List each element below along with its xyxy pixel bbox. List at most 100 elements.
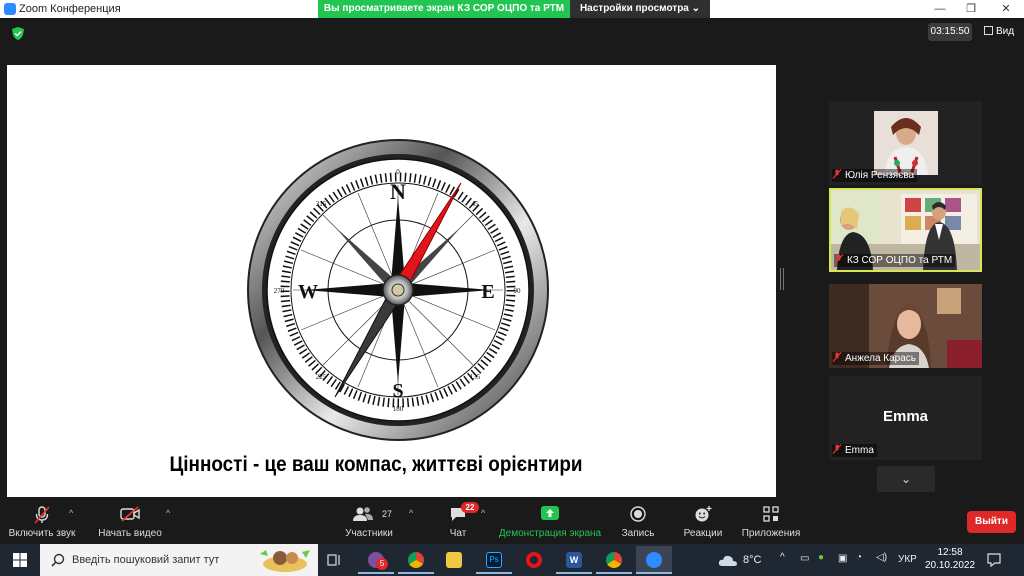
- mic-muted-icon: [832, 352, 842, 362]
- taskbar-file-explorer[interactable]: [436, 546, 472, 574]
- wifi-icon[interactable]: ◔: [856, 552, 862, 563]
- participant-name: Анжела Карась: [845, 353, 917, 364]
- apps-label: Приложения: [741, 528, 801, 539]
- chevron-down-icon: ⌄: [900, 472, 912, 486]
- apps-button[interactable]: Приложения: [740, 500, 802, 544]
- compass-degree-90: 90: [514, 287, 522, 295]
- compass-degree-225: 225: [316, 373, 327, 381]
- network-icon[interactable]: ▭: [800, 553, 809, 564]
- tray-overflow-icon[interactable]: ^: [780, 552, 785, 563]
- minimize-button[interactable]: —: [924, 0, 956, 18]
- participant-tile[interactable]: Emma Emma: [829, 376, 982, 460]
- participant-name: Emma: [845, 445, 874, 456]
- video-off-icon: [120, 506, 140, 522]
- photoshop-icon: Ps: [486, 552, 502, 568]
- mic-muted-icon: [832, 444, 842, 454]
- leave-meeting-button[interactable]: Выйти: [967, 511, 1016, 533]
- compass-west-label: W: [298, 281, 318, 303]
- zoom-icon: [646, 552, 662, 568]
- taskbar-photoshop[interactable]: Ps: [476, 546, 512, 574]
- compass-east-label: E: [481, 281, 494, 303]
- mic-muted-icon: [834, 254, 844, 264]
- share-screen-button[interactable]: Демонстрация экрана: [496, 500, 604, 544]
- weather-temperature[interactable]: 8°C: [743, 554, 761, 566]
- video-options-caret[interactable]: ^: [166, 508, 170, 518]
- reactions-label: Реакции: [683, 528, 723, 539]
- tray-monitor-icon[interactable]: ▣: [838, 553, 847, 564]
- weather-cloud-icon[interactable]: [718, 553, 738, 567]
- window-title: Zoom Конференция: [19, 3, 121, 15]
- start-video-button[interactable]: Начать видео: [92, 500, 168, 544]
- view-mode-label: Вид: [996, 26, 1015, 37]
- unmute-button[interactable]: Включить звук: [4, 500, 80, 544]
- participant-tile-active-speaker[interactable]: КЗ СОР ОЦПО та РТМ: [829, 188, 982, 272]
- compass-degree-0: 0: [396, 168, 400, 176]
- chat-unread-badge: 22: [461, 502, 479, 513]
- clock-time: 12:58: [937, 547, 963, 558]
- panel-resize-handle[interactable]: [780, 268, 784, 290]
- maximize-button[interactable]: ❐: [955, 0, 987, 18]
- meeting-toolbar: Включить звук ^ Начать видео ^ 27 Участн…: [0, 500, 1024, 544]
- clock-date: 20.10.2022: [924, 560, 976, 571]
- participant-tile[interactable]: Юлія Рензяєва: [829, 101, 982, 185]
- apps-icon: [763, 506, 779, 522]
- participants-options-caret[interactable]: ^: [409, 508, 413, 518]
- close-button[interactable]: ✕: [990, 0, 1022, 18]
- reactions-button[interactable]: Реакции: [680, 500, 726, 544]
- taskbar-search-box[interactable]: Введіть пошуковий запит тут: [40, 544, 318, 576]
- compass-degree-45: 45: [472, 200, 480, 208]
- view-mode-button[interactable]: Вид: [984, 24, 1014, 40]
- folder-icon: [446, 552, 462, 568]
- taskbar-chrome-2[interactable]: [596, 546, 632, 574]
- opera-icon: [526, 552, 542, 568]
- word-icon: W: [566, 552, 582, 568]
- share-screen-label: Демонстрация экрана: [498, 528, 602, 539]
- taskbar-zoom[interactable]: [636, 546, 672, 574]
- participant-name-label: Emma: [832, 444, 877, 457]
- chat-label: Чат: [449, 528, 467, 539]
- task-view-icon[interactable]: [326, 552, 342, 568]
- participants-button[interactable]: 27 Участники: [340, 500, 398, 544]
- slide-caption: Цінності - це ваш компас, життєві орієнт…: [169, 453, 583, 476]
- zoom-window: Zoom Конференция Вы просматриваете экран…: [0, 0, 1024, 576]
- reactions-icon: [695, 506, 712, 522]
- taskbar-opera[interactable]: [516, 546, 552, 574]
- participant-tile[interactable]: Анжела Карась: [829, 284, 982, 368]
- compass-degree-315: 315: [316, 200, 327, 208]
- app-tray-icon[interactable]: ●: [818, 552, 824, 563]
- chrome-icon: [606, 552, 622, 568]
- view-options-button[interactable]: Настройки просмотра ⌄: [570, 0, 710, 18]
- compass-degree-270: 270: [274, 287, 285, 295]
- viber-badge: 5: [376, 558, 388, 570]
- mic-muted-icon: [34, 506, 50, 524]
- taskbar-chrome[interactable]: [398, 546, 434, 574]
- search-highlight-illustration: [260, 550, 310, 572]
- search-placeholder: Введіть пошуковий запит тут: [72, 554, 220, 566]
- chat-options-caret[interactable]: ^: [481, 508, 485, 518]
- notifications-icon[interactable]: [986, 552, 1002, 568]
- participant-name-label: Юлія Рензяєва: [832, 169, 918, 182]
- participant-name: КЗ СОР ОЦПО та РТМ: [847, 255, 953, 266]
- title-bar: Zoom Конференция Вы просматриваете экран…: [0, 0, 1024, 18]
- participant-name: Юлія Рензяєва: [845, 170, 915, 181]
- compass-south-label: S: [392, 380, 403, 402]
- meeting-timer: 03:15:50: [928, 23, 972, 41]
- volume-icon[interactable]: ◁): [876, 552, 887, 563]
- gallery-scroll-down-button[interactable]: ⌄: [877, 466, 935, 492]
- taskbar-word[interactable]: W: [556, 546, 592, 574]
- taskbar-clock[interactable]: 12:58 20.10.2022: [920, 546, 980, 572]
- compass-degree-135: 135: [470, 373, 481, 381]
- windows-start-icon[interactable]: [0, 544, 40, 576]
- encryption-shield-icon[interactable]: [12, 27, 24, 40]
- record-button[interactable]: Запись: [616, 500, 660, 544]
- start-video-label: Начать видео: [98, 528, 162, 539]
- grid-icon: [984, 26, 993, 35]
- share-notice-banner: Вы просматриваете экран КЗ СОР ОЦПО та Р…: [318, 0, 570, 18]
- taskbar-viber[interactable]: 5: [358, 546, 394, 574]
- record-icon: [630, 506, 646, 522]
- input-language[interactable]: УКР: [898, 554, 917, 565]
- compass-north-label: N: [390, 179, 406, 204]
- shared-screen: N E S W 0 45 90 135 180 225 270 315 Цінн…: [7, 65, 776, 497]
- audio-options-caret[interactable]: ^: [69, 508, 73, 518]
- windows-taskbar: Введіть пошуковий запит тут 5 Ps W 8°C ^…: [0, 544, 1024, 576]
